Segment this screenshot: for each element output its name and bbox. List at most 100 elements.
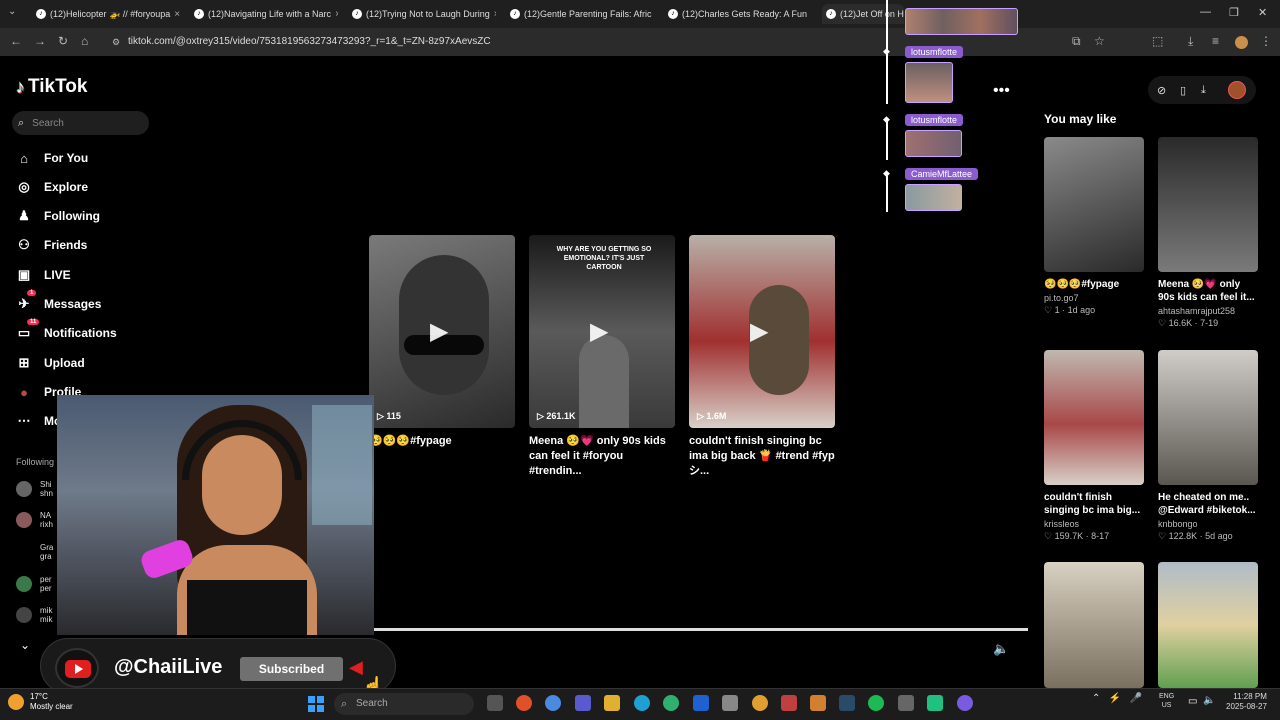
video-author[interactable]: knbbongo bbox=[1158, 519, 1258, 529]
video-thumbnail[interactable]: ▶ ▷ 115 bbox=[369, 235, 515, 428]
download-icon[interactable]: ⤓ bbox=[1188, 34, 1193, 49]
edge-icon[interactable] bbox=[634, 695, 650, 711]
video-thumbnail[interactable] bbox=[1158, 137, 1258, 272]
recommended-video-card[interactable]: ▶ ▷ 115 🥺🥺🥺#fypage bbox=[369, 235, 515, 449]
app-icon[interactable] bbox=[927, 695, 943, 711]
notification-bell-icon[interactable]: ◀ bbox=[349, 657, 363, 678]
discord-icon[interactable] bbox=[957, 695, 973, 711]
video-author[interactable]: pi.to.go7 bbox=[1044, 293, 1144, 303]
browser-tab[interactable]: ♪ (12)Charles Gets Ready: A Fun × bbox=[664, 4, 812, 24]
following-account[interactable]: mik mik bbox=[16, 606, 52, 624]
browser-tab[interactable]: ♪ (12)Trying Not to Laugh During × bbox=[348, 4, 496, 24]
more-options-button[interactable]: ••• bbox=[993, 82, 1010, 100]
browser-tab[interactable]: ♪ (12)Navigating Life with a Narc × bbox=[190, 4, 338, 24]
nav-explore[interactable]: ◎ Explore bbox=[16, 177, 88, 197]
reload-icon[interactable]: ↻ bbox=[58, 34, 68, 48]
video-progress-bar[interactable] bbox=[374, 628, 1028, 631]
app-icon[interactable] bbox=[663, 695, 679, 711]
tab-list-dropdown-icon[interactable]: ⌄ bbox=[8, 6, 16, 17]
video-thumbnail[interactable] bbox=[1044, 562, 1144, 688]
weather-widget[interactable]: 17°C Mostly clear bbox=[8, 692, 73, 712]
video-caption[interactable]: couldn't finish singing bc ima big back … bbox=[689, 434, 835, 479]
taskbar-search[interactable]: ⌕ Search bbox=[334, 693, 474, 715]
app-icon[interactable] bbox=[898, 695, 914, 711]
close-tab-icon[interactable]: × bbox=[494, 9, 496, 20]
browser-tab[interactable]: ♪ (12)Helicopter 🚁 // #foryoupa × bbox=[32, 4, 180, 24]
video-thumbnail[interactable] bbox=[1044, 350, 1144, 485]
video-author[interactable]: ahtashamrajput258 bbox=[1158, 306, 1258, 316]
bookmark-star-icon[interactable]: ☆ bbox=[1094, 34, 1105, 48]
reading-list-icon[interactable]: ≡ bbox=[1212, 34, 1219, 48]
chrome-icon[interactable] bbox=[752, 695, 768, 711]
minimize-window-button[interactable]: — bbox=[1200, 6, 1211, 18]
browser-menu-icon[interactable]: ⋮ bbox=[1260, 34, 1272, 48]
language-indicator[interactable]: ENG US bbox=[1159, 692, 1174, 710]
shield-icon[interactable]: ⊘ bbox=[1157, 84, 1166, 97]
system-tray-icons[interactable]: ⌃ ⚡ 🎤 bbox=[1092, 693, 1142, 704]
taskbar-clock[interactable]: 11:28 PM 2025-08-27 bbox=[1226, 692, 1267, 712]
brave-icon[interactable] bbox=[516, 695, 532, 711]
app-icon[interactable] bbox=[781, 695, 797, 711]
subscribed-button[interactable]: Subscribed bbox=[240, 657, 343, 681]
following-account[interactable]: per per bbox=[16, 575, 52, 593]
search-input[interactable]: ⌕ Search bbox=[12, 111, 149, 135]
following-account[interactable]: Shi shn bbox=[16, 480, 53, 498]
file-explorer-icon[interactable] bbox=[604, 695, 620, 711]
download-icon[interactable]: ⤓ bbox=[1201, 84, 1206, 97]
start-button[interactable] bbox=[308, 696, 324, 712]
task-view-icon[interactable] bbox=[487, 695, 503, 711]
video-author[interactable]: krissleos bbox=[1044, 519, 1144, 529]
video-thumbnail[interactable]: WHY ARE YOU GETTING SO EMOTIONAL? IT'S J… bbox=[529, 235, 675, 428]
volume-icon[interactable]: 🔈 bbox=[1203, 695, 1215, 706]
recommended-video-card[interactable]: WHY ARE YOU GETTING SO EMOTIONAL? IT'S J… bbox=[529, 235, 675, 479]
steam-icon[interactable] bbox=[839, 695, 855, 711]
volume-icon[interactable]: 🔈 bbox=[993, 641, 1009, 657]
nav-friends[interactable]: ⚇ Friends bbox=[16, 235, 87, 255]
suggested-video-card[interactable] bbox=[1044, 562, 1144, 688]
nav-notifications[interactable]: ▭ 11 Notifications bbox=[16, 319, 117, 343]
copilot-icon[interactable] bbox=[545, 695, 561, 711]
video-thumbnail[interactable]: ▶ ▷ 1.6M bbox=[689, 235, 835, 428]
nav-for-you[interactable]: ⌂ For You bbox=[16, 148, 88, 168]
close-tab-icon[interactable]: × bbox=[335, 9, 338, 20]
video-thumbnail[interactable] bbox=[1158, 350, 1258, 485]
nav-live[interactable]: ▣ LIVE bbox=[16, 265, 71, 285]
app-icon[interactable] bbox=[810, 695, 826, 711]
maximize-window-button[interactable]: ❐ bbox=[1229, 6, 1239, 19]
following-account[interactable]: NA rixh bbox=[16, 511, 53, 529]
suggested-video-card[interactable]: Meena 🥺💗 only 90s kids can feel it... ah… bbox=[1158, 137, 1258, 329]
suggested-video-card[interactable] bbox=[1158, 562, 1258, 688]
app-icon[interactable] bbox=[693, 695, 709, 711]
suggested-video-card[interactable]: couldn't finish singing bc ima big... kr… bbox=[1044, 350, 1144, 542]
avatar[interactable] bbox=[1228, 81, 1246, 99]
nav-upload[interactable]: ⊞ Upload bbox=[16, 353, 85, 373]
video-caption[interactable]: Meena 🥺💗 only 90s kids can feel it #fory… bbox=[529, 434, 675, 479]
suggested-video-card[interactable]: 🥺🥺🥺#fypage pi.to.go7 ♡ 1 · 1d ago bbox=[1044, 137, 1144, 316]
nav-more[interactable]: ⋯ Mo bbox=[16, 411, 62, 431]
suggested-video-card[interactable]: He cheated on me.. @Edward #biketok... k… bbox=[1158, 350, 1258, 542]
spotify-icon[interactable] bbox=[868, 695, 884, 711]
video-thumbnail[interactable] bbox=[1158, 562, 1258, 688]
extensions-icon[interactable]: ⬚ bbox=[1152, 34, 1163, 48]
home-icon[interactable]: ⌂ bbox=[81, 34, 88, 48]
close-tab-icon[interactable]: × bbox=[811, 9, 812, 20]
close-tab-icon[interactable]: × bbox=[174, 9, 180, 20]
close-window-button[interactable]: ✕ bbox=[1258, 6, 1267, 19]
phone-icon[interactable]: ▯ bbox=[1180, 84, 1186, 97]
install-app-icon[interactable]: ⧉ bbox=[1072, 34, 1081, 49]
browser-tab[interactable]: ♪ (12)Gentle Parenting Fails: Afric × bbox=[506, 4, 654, 24]
video-thumbnail[interactable] bbox=[1044, 137, 1144, 272]
network-icon[interactable]: ▭ bbox=[1188, 696, 1197, 707]
see-more-chevron-icon[interactable]: ⌄ bbox=[20, 638, 30, 652]
following-account[interactable]: Gra gra bbox=[16, 543, 53, 561]
app-icon[interactable] bbox=[722, 695, 738, 711]
teams-icon[interactable] bbox=[575, 695, 591, 711]
site-info-icon[interactable]: ⚙ bbox=[112, 32, 120, 52]
nav-messages[interactable]: ✈ 1 Messages bbox=[16, 290, 101, 314]
browser-tab-active[interactable]: ♪ (12)Jet Off on Holi bbox=[822, 4, 904, 24]
back-icon[interactable]: ← bbox=[10, 34, 22, 48]
tiktok-logo[interactable]: ♪ TikTok bbox=[16, 76, 87, 98]
recommended-video-card[interactable]: ▶ ▷ 1.6M couldn't finish singing bc ima … bbox=[689, 235, 835, 479]
profile-avatar-icon[interactable] bbox=[1235, 36, 1248, 49]
video-caption[interactable]: 🥺🥺🥺#fypage bbox=[369, 434, 515, 449]
